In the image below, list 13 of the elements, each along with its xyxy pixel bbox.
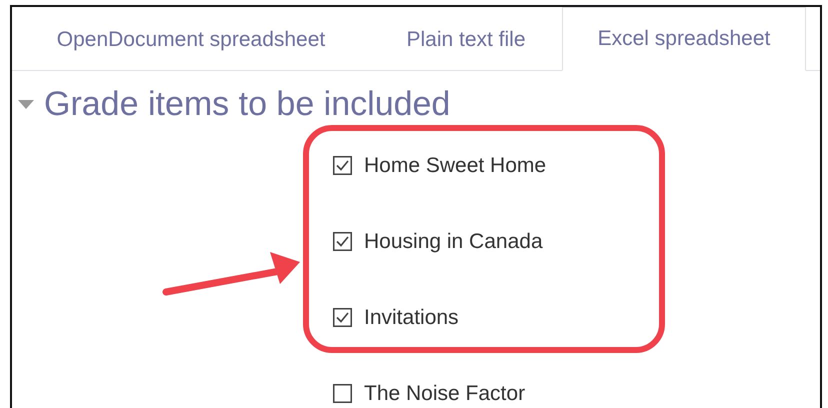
section-heading: Grade items to be included <box>44 85 450 124</box>
checkbox[interactable] <box>333 156 352 175</box>
checkbox-label: The Noise Factor <box>364 381 526 407</box>
checkbox-label: Home Sweet Home <box>364 153 546 179</box>
collapse-icon[interactable] <box>18 100 34 110</box>
tab[interactable]: OpenDocument spreadsheet <box>12 7 370 71</box>
checkbox[interactable] <box>333 384 352 403</box>
checkbox-label: Invitations <box>364 305 459 331</box>
tab[interactable]: Plain text file <box>370 7 562 71</box>
tab[interactable]: Excel spreadsheet <box>562 7 806 71</box>
checkbox-label: Housing in Canada <box>364 229 543 255</box>
checkbox[interactable] <box>333 308 352 327</box>
checkbox[interactable] <box>333 232 352 251</box>
